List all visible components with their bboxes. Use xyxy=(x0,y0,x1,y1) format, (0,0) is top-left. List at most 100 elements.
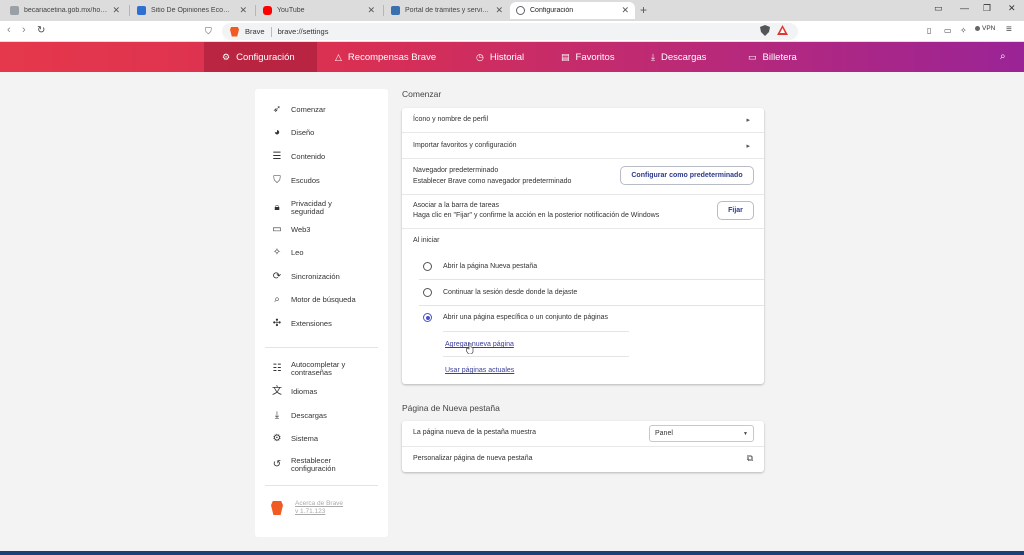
startup-radio-specific-pages[interactable] xyxy=(423,313,432,322)
sidebar-item-label: Escudos xyxy=(291,176,320,185)
add-new-page-link[interactable]: Agregar nueva página xyxy=(445,341,514,348)
vpn-button[interactable]: VPN xyxy=(975,25,995,32)
tab-youtube[interactable]: YouTube ✕ xyxy=(257,2,381,19)
header-nav-favoritos[interactable]: ▤ Favoritos xyxy=(561,42,615,72)
set-default-button[interactable]: Configurar como predeterminado xyxy=(620,166,754,185)
sidebar-item-label: Motor de búsqueda xyxy=(291,295,356,304)
tab-becaria[interactable]: becariacetina.gob.mx/home.shtml ✕ xyxy=(4,2,126,19)
sidebar-item-label: Sincronización xyxy=(291,272,340,281)
sidebar-toggle-icon[interactable]: ▯ xyxy=(927,26,931,35)
header-nav-label: Configuración xyxy=(236,51,295,63)
profile-row[interactable]: Ícono y nombre de perfil ▸ xyxy=(402,108,764,133)
forward-icon[interactable]: › xyxy=(22,24,26,36)
sidebar-item-sistema[interactable]: ⚙ Sistema xyxy=(271,434,319,444)
leo-icon[interactable]: ✧ xyxy=(960,26,967,35)
rewards-triangle-icon[interactable] xyxy=(777,25,788,37)
section-title-comenzar: Comenzar xyxy=(402,89,442,99)
url-text[interactable]: brave://settings xyxy=(278,27,329,36)
header-nav-descargas[interactable]: ⤓ Descargas xyxy=(651,42,706,72)
search-icon[interactable]: ⌕ xyxy=(1000,51,1006,62)
mouse-cursor-icon xyxy=(466,343,474,354)
reload-icon[interactable]: ↻ xyxy=(37,25,45,36)
gear-icon: ⚙ xyxy=(222,51,231,62)
tab-search-icon[interactable]: ▭ xyxy=(934,3,943,14)
header-nav-recompensas[interactable]: △ Recompensas Brave xyxy=(335,42,436,72)
sidebar-item-leo[interactable]: ✧ Leo xyxy=(271,248,304,258)
caret-right-icon: ▸ xyxy=(746,117,750,124)
profile-row-label: Ícono y nombre de perfil xyxy=(413,116,489,123)
sidebar-item-idiomas[interactable]: 文 Idiomas xyxy=(271,386,317,397)
header-nav-configuracion[interactable]: ⚙ Configuración xyxy=(204,42,317,72)
close-icon[interactable]: ✕ xyxy=(621,5,629,16)
bookmark-icon[interactable]: ⛉ xyxy=(205,26,212,37)
header-nav-label: Historial xyxy=(489,51,525,63)
sidebar-item-web3[interactable]: ▭ Web3 xyxy=(271,224,310,235)
vpn-label: VPN xyxy=(982,25,996,32)
tab-separator xyxy=(129,5,130,16)
close-window-icon[interactable]: ✕ xyxy=(1008,3,1016,14)
tab-title: YouTube xyxy=(277,7,305,14)
minimize-icon[interactable]: — xyxy=(960,3,969,13)
omnibox-brand: Brave xyxy=(245,27,265,36)
menu-icon[interactable]: ≡ xyxy=(1006,24,1012,35)
address-bar[interactable]: Brave brave://settings xyxy=(222,23,798,40)
radio-divider xyxy=(419,305,764,306)
back-icon[interactable]: ‹ xyxy=(7,24,11,36)
tab-title: Portal de trámites y servicios - SAT xyxy=(405,7,490,14)
tab-opiniones[interactable]: Sitio De Opiniones Ecommerce: Tu ✕ xyxy=(131,2,253,19)
tab-sat[interactable]: Portal de trámites y servicios - SAT ✕ xyxy=(385,2,509,19)
restore-icon[interactable]: ❐ xyxy=(983,3,991,14)
startup-radio-continue[interactable] xyxy=(423,288,432,297)
history-icon: ◷ xyxy=(476,51,484,62)
sidebar-item-label: Extensiones xyxy=(291,319,332,328)
customize-new-tab-row[interactable]: Personalizar página de nueva pestaña ⧉ xyxy=(402,447,764,472)
sidebar-item-extensiones[interactable]: ✣ Extensiones xyxy=(271,319,332,329)
sidebar-item-contenido[interactable]: ☰ Contenido xyxy=(271,152,326,162)
youtube-icon xyxy=(263,6,272,15)
startup-option-label: Continuar la sesión desde donde la dejas… xyxy=(443,289,578,296)
wallet-icon: ▭ xyxy=(272,224,282,235)
brave-lion-icon xyxy=(271,501,283,515)
header-nav-historial[interactable]: ◷ Historial xyxy=(476,42,524,72)
sidebar-divider xyxy=(265,485,378,486)
header-nav-label: Recompensas Brave xyxy=(347,51,437,63)
select-value: Panel xyxy=(655,430,673,437)
translate-icon: 文 xyxy=(272,386,282,397)
site-icon xyxy=(137,6,146,15)
tab-separator xyxy=(383,5,384,16)
shields-icon[interactable] xyxy=(760,25,770,38)
sidebar-item-privacidad[interactable]: 🔒︎ Privacidad y seguridad xyxy=(271,200,351,216)
tab-configuracion[interactable]: Configuración ✕ xyxy=(510,2,635,19)
sidebar-item-descargas[interactable]: ⤓ Descargas xyxy=(271,411,327,421)
sidebar-item-escudos[interactable]: ⛉ Escudos xyxy=(271,176,320,186)
close-icon[interactable]: ✕ xyxy=(239,5,247,16)
wallet-toolbar-icon[interactable]: ▭ xyxy=(944,26,952,35)
startup-radio-new-tab[interactable] xyxy=(423,262,432,271)
sidebar-item-sincronizacion[interactable]: ⟳ Sincronización xyxy=(271,272,340,282)
pin-button[interactable]: Fijar xyxy=(717,201,754,220)
close-icon[interactable]: ✕ xyxy=(112,5,120,16)
close-icon[interactable]: ✕ xyxy=(367,5,375,16)
section-title-new-tab: Página de Nueva pestaña xyxy=(402,403,500,413)
header-nav-label: Billetera xyxy=(762,51,797,63)
sidebar-item-motor-busqueda[interactable]: ⌕ Motor de búsqueda xyxy=(271,295,356,305)
sidebar-item-label: Diseño xyxy=(291,128,315,137)
import-row-label: Importar favoritos y configuración xyxy=(413,142,517,149)
tab-title: becariacetina.gob.mx/home.shtml xyxy=(24,7,107,14)
sidebar-item-diseno[interactable]: ◕ Diseño xyxy=(271,128,315,138)
sidebar-item-comenzar[interactable]: ➶ Comenzar xyxy=(271,105,326,115)
sidebar-item-label: Privacidad y seguridad xyxy=(291,199,332,216)
default-browser-title: Navegador predeterminado xyxy=(413,167,499,174)
header-nav-billetera[interactable]: ▭ Billetera xyxy=(748,42,797,72)
sidebar-about[interactable]: Acerca de Brave v 1.71.123 xyxy=(271,500,343,516)
list-icon: ☷ xyxy=(272,363,282,374)
plus-icon[interactable]: + xyxy=(640,3,647,17)
new-tab-shows-select[interactable]: Panel ▼ xyxy=(649,425,754,442)
close-icon[interactable]: ✕ xyxy=(495,5,503,16)
sidebar-item-autocompletar[interactable]: ☷ Autocompletar y contraseñas xyxy=(271,361,367,377)
import-row[interactable]: Importar favoritos y configuración ▸ xyxy=(402,133,764,159)
lock-icon: 🔒︎ xyxy=(274,202,280,213)
sidebar-item-restablecer[interactable]: ↺ Restablecer configuración xyxy=(271,457,367,473)
use-current-pages-link[interactable]: Usar páginas actuales xyxy=(445,367,514,374)
default-browser-subtitle: Establecer Brave como navegador predeter… xyxy=(413,178,572,185)
